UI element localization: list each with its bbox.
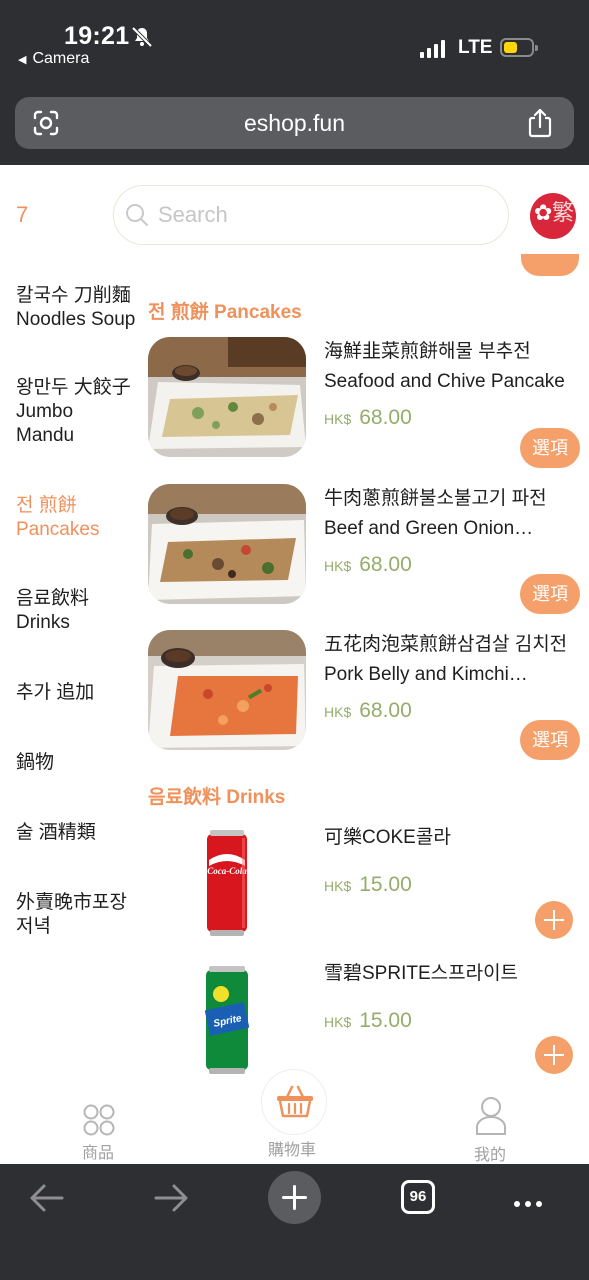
product-name: 五花肉泡菜煎餅삼겹살 김치전	[324, 634, 568, 655]
category-label: Noodles Soup	[16, 309, 136, 330]
category-label: Pancakes	[16, 519, 100, 540]
product-name: 海鮮韭菜煎餅해물 부추전	[324, 341, 531, 362]
signal-icon	[420, 40, 446, 58]
back-arrow-icon[interactable]	[28, 1182, 66, 1214]
sidebar-item-extras[interactable]: 추가 追加	[16, 681, 94, 705]
network-type: LTE	[458, 37, 493, 58]
category-label: Mandu	[16, 425, 75, 446]
product-name-en: Seafood and Chive Pancake	[324, 371, 565, 392]
status-bar: 19:21 ◀ Camera LTE	[0, 0, 589, 90]
product-price: HK$ 15.00	[324, 873, 412, 897]
address-bar[interactable]: eshop.fun	[15, 97, 574, 149]
price-amount: 15.00	[359, 873, 412, 896]
options-button[interactable]: 選項	[520, 428, 580, 468]
share-icon[interactable]	[526, 107, 554, 139]
search-icon	[126, 204, 148, 226]
url-text: eshop.fun	[243, 110, 346, 136]
coke-brand-text: Coca-Cola	[207, 866, 247, 876]
price-currency: HK$	[324, 878, 352, 894]
product-name: 雪碧SPRITE스프라이트	[324, 963, 519, 984]
options-button[interactable]: 選項	[520, 574, 580, 614]
bell-slash-icon	[131, 26, 153, 48]
more-icon[interactable]	[514, 1194, 547, 1212]
category-label: 칼국수 刀削麵	[16, 285, 131, 306]
product-name-en: Pork Belly and Kimchi…	[324, 664, 528, 685]
category-label: 外賣晚市포장	[16, 892, 127, 913]
nav-cart-label[interactable]: 購物車	[268, 1136, 316, 1160]
sidebar-item-pancakes[interactable]: 전 煎餅 Pancakes	[16, 494, 99, 542]
previous-item-button[interactable]	[521, 254, 579, 276]
sidebar-item-mandu[interactable]: 왕만두 大餃子 Jumbo Mandu	[16, 376, 131, 448]
price-currency: HK$	[324, 411, 352, 427]
category-label: Jumbo	[16, 401, 74, 422]
product-image[interactable]	[148, 484, 306, 604]
add-to-cart-button[interactable]	[535, 1036, 573, 1074]
product-name: 可樂COKE콜라	[324, 827, 451, 848]
category-label: Drinks	[16, 612, 70, 633]
category-label: 저녁	[16, 916, 51, 937]
language-button[interactable]: ✿ 繁	[530, 193, 576, 239]
price-amount: 68.00	[359, 553, 412, 576]
new-tab-button[interactable]	[268, 1171, 321, 1224]
price-currency: HK$	[324, 1014, 352, 1030]
nav-mine-label[interactable]: 我的	[474, 1141, 506, 1165]
section-title-pancakes: 전 煎餅 Pancakes	[148, 302, 302, 323]
category-label: 음료飲料	[16, 588, 89, 609]
basket-icon	[277, 1085, 313, 1118]
browser-toolbar: 96	[0, 1164, 589, 1280]
profile-icon[interactable]	[474, 1096, 508, 1136]
products-grid-icon[interactable]	[82, 1103, 116, 1137]
app-bottom-nav: 商品 購物車 我的	[0, 1069, 589, 1165]
product-name-en: Beef and Green Onion…	[324, 518, 534, 539]
product-image[interactable]	[148, 337, 306, 457]
product-price: HK$ 15.00	[324, 1009, 412, 1033]
sidebar-item-alcohol[interactable]: 술 酒精類	[16, 821, 96, 845]
category-label: 전 煎餅	[16, 495, 77, 516]
back-app-label: Camera	[32, 50, 90, 67]
category-label: 추가 追加	[16, 682, 95, 703]
sidebar-item-drinks[interactable]: 음료飲料 Drinks	[16, 587, 89, 635]
tabs-button[interactable]: 96	[401, 1180, 435, 1214]
price-amount: 68.00	[359, 699, 412, 722]
product-price: HK$ 68.00	[324, 406, 412, 430]
coke-can-image[interactable]: Coca-Cola	[206, 830, 248, 936]
sidebar-item-takeaway[interactable]: 外賣晚市포장 저녁	[16, 891, 127, 939]
product-name: 牛肉蔥煎餅불소불고기 파전	[324, 488, 547, 509]
browser-address-area: eshop.fun	[0, 90, 589, 165]
cart-button[interactable]	[261, 1069, 327, 1135]
language-label: 繁	[552, 201, 575, 226]
store-count[interactable]: 7	[16, 202, 28, 228]
sprite-can-image[interactable]: Sprite	[205, 966, 249, 1074]
nav-products-label[interactable]: 商品	[82, 1139, 114, 1163]
status-time: 19:21	[64, 22, 130, 50]
back-triangle-icon: ◀	[18, 54, 27, 66]
section-title-drinks: 음료飲料 Drinks	[148, 787, 286, 808]
battery-icon	[500, 38, 538, 57]
product-price: HK$ 68.00	[324, 699, 412, 723]
price-currency: HK$	[324, 704, 352, 720]
category-label: 술 酒精類	[16, 822, 96, 843]
search-input[interactable]	[158, 198, 488, 232]
add-to-cart-button[interactable]	[535, 901, 573, 939]
forward-arrow-icon[interactable]	[152, 1182, 190, 1214]
bauhinia-flag-icon: ✿	[534, 200, 553, 225]
price-amount: 15.00	[359, 1009, 412, 1032]
sidebar-item-hotpot[interactable]: 鍋物	[16, 751, 54, 775]
search-box[interactable]	[113, 185, 509, 245]
options-button[interactable]: 選項	[520, 720, 580, 760]
product-price: HK$ 68.00	[324, 553, 412, 577]
category-label: 鍋物	[16, 752, 55, 773]
category-label: 왕만두 大餃子	[16, 377, 131, 398]
sidebar-item-noodles[interactable]: 칼국수 刀削麵 Noodles Soup	[16, 284, 135, 332]
back-to-camera[interactable]: ◀ Camera	[18, 50, 89, 68]
price-currency: HK$	[324, 558, 352, 574]
price-amount: 68.00	[359, 406, 412, 429]
product-image[interactable]	[148, 630, 306, 750]
